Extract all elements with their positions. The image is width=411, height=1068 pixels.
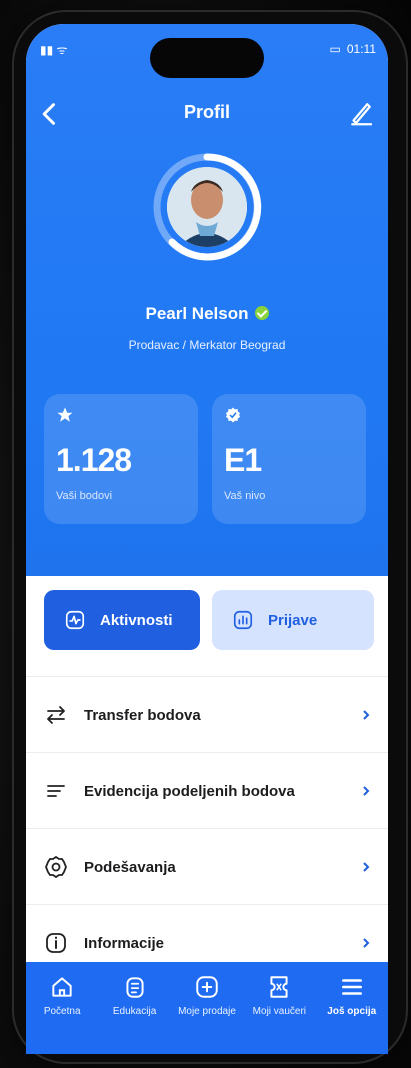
status-time: 01:11 [346, 42, 376, 56]
tab-prijave[interactable]: Prijave [212, 590, 374, 650]
nav-pocetna[interactable]: Početna [26, 962, 98, 1017]
home-icon [52, 977, 72, 997]
nav-label: Moji vaučeri [252, 1006, 307, 1017]
app-bar: Profil [26, 94, 388, 134]
profile-name-row: Pearl Nelson [26, 304, 388, 324]
app-screen: ▮▮ ᯤ ▭ 01:11 Profil Pearl Nelson Prodava… [26, 24, 388, 1054]
menu-item-transfer[interactable]: Transfer bodova [26, 676, 388, 753]
chevron-right-icon [363, 786, 370, 796]
menu-item-label: Informacije [84, 934, 165, 952]
nav-label: Još opcija [327, 1006, 377, 1017]
menu-item-label: Transfer bodova [84, 706, 201, 724]
points-value: 1.128 [56, 442, 132, 478]
nav-label: Moje prodaje [178, 1006, 236, 1017]
nav-label: Početna [43, 1006, 81, 1017]
nav-moji-vauceri[interactable]: Moji vaučeri [243, 962, 315, 1017]
nav-jos-opcija[interactable]: Još opcija [316, 962, 388, 1017]
page-title: Profil [183, 102, 230, 122]
chevron-right-icon [363, 710, 370, 720]
menu-item-podesavanja[interactable]: Podešavanja [26, 828, 388, 905]
menu-icon [341, 979, 362, 995]
avatar[interactable] [152, 152, 262, 262]
tab-prijave-label: Prijave [268, 611, 318, 629]
star-icon [57, 407, 73, 422]
level-label: Vaš nivo [224, 490, 266, 502]
menu-item-evidencija[interactable]: Evidencija podeljenih bodova [26, 752, 388, 829]
nav-edukacija[interactable]: Edukacija [99, 962, 171, 1017]
chart-icon [233, 610, 253, 630]
list-icon [47, 785, 65, 797]
nav-moje-prodaje[interactable]: Moje prodaje [171, 962, 243, 1017]
badge-icon [225, 407, 241, 423]
points-card[interactable]: 1.128 Vaši bodovi [44, 394, 198, 524]
edit-icon[interactable] [346, 98, 376, 128]
chevron-right-icon [363, 862, 370, 872]
status-right: ▭ 01:11 [330, 42, 376, 56]
profile-role: Prodavac / Merkator Beograd [128, 338, 286, 352]
transfer-icon [47, 706, 65, 724]
profile-name: Pearl Nelson [145, 304, 249, 323]
level-card[interactable]: E1 Vaš nivo [212, 394, 366, 524]
plus-box-icon [196, 976, 218, 998]
level-value: E1 [224, 442, 262, 478]
voucher-icon [270, 976, 288, 998]
profile-header-section: ▮▮ ᯤ ▭ 01:11 Profil Pearl Nelson Prodava… [26, 24, 388, 576]
battery-icon: ▭ [329, 42, 341, 56]
clipboard-icon [126, 977, 144, 998]
tab-aktivnosti-label: Aktivnosti [100, 611, 173, 629]
bottom-navigation: Početna Edukacija Moje prodaje Moji vauč… [26, 962, 388, 1054]
signal-icon: ▮▮ ᯤ [40, 42, 68, 57]
verified-icon [254, 306, 269, 320]
points-label: Vaši bodovi [56, 490, 113, 502]
nav-label: Edukacija [112, 1006, 157, 1017]
menu-item-label: Evidencija podeljenih bodova [84, 782, 295, 800]
menu-item-label: Podešavanja [84, 858, 176, 876]
activity-icon [65, 610, 85, 630]
settings-icon [45, 855, 67, 879]
chevron-right-icon [363, 938, 370, 948]
info-icon [46, 933, 66, 953]
dynamic-island [150, 38, 264, 78]
tab-aktivnosti[interactable]: Aktivnosti [44, 590, 200, 650]
